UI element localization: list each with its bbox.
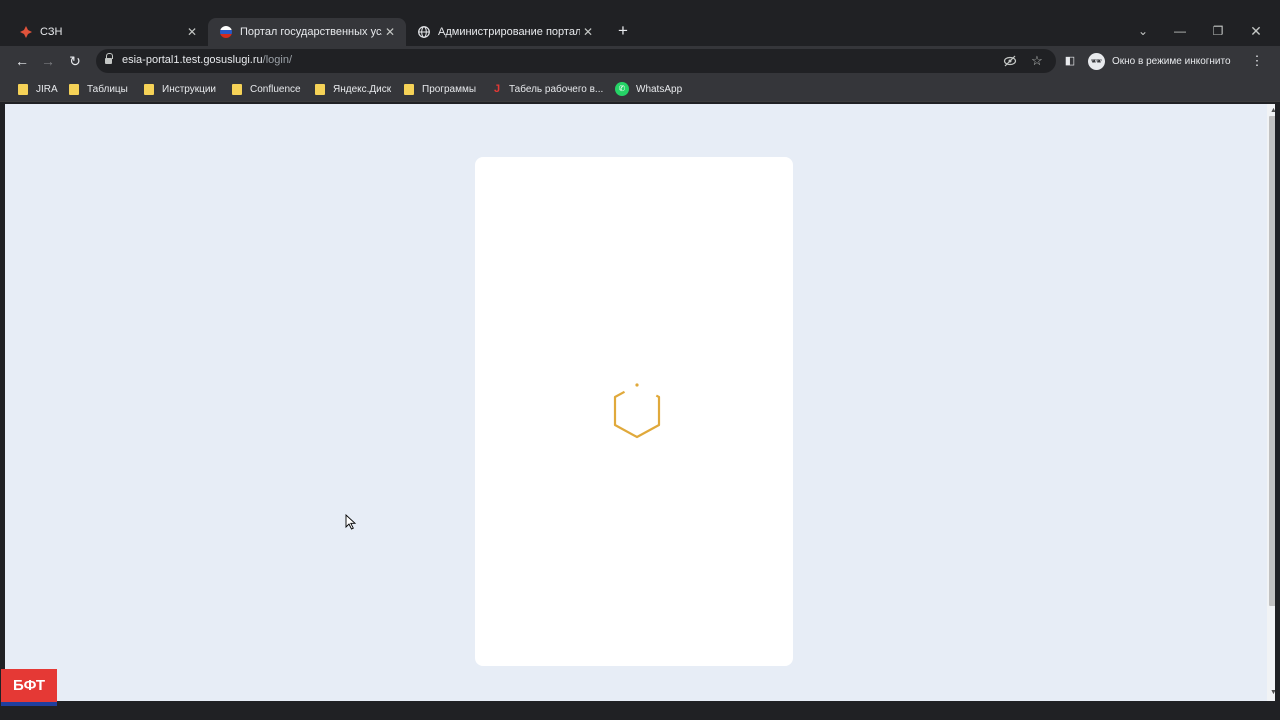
russia-flag-icon	[220, 26, 232, 38]
bookmark-confluence[interactable]: Confluence	[232, 81, 301, 97]
url-domain: esia-portal1.test.gosuslugi.ru	[122, 54, 263, 66]
tracking-protection-eye-icon[interactable]	[1003, 54, 1017, 68]
bookmark-timesheet[interactable]: J Табель рабочего в...	[491, 81, 603, 97]
folder-icon	[232, 83, 242, 95]
folder-icon	[69, 83, 79, 95]
bookmark-label: Программы	[422, 83, 477, 95]
mouse-cursor-icon	[345, 514, 357, 530]
bookmark-tables[interactable]: Таблицы	[69, 81, 128, 97]
lock-icon[interactable]	[105, 53, 113, 64]
address-bar[interactable]: esia-portal1.test.gosuslugi.ru/login/ ☆	[96, 49, 1056, 73]
tab-strip: СЗН ✕ Портал государственных услуг ✕ Адм…	[0, 0, 1280, 46]
side-panel-icon[interactable]: ◧	[1061, 52, 1079, 70]
tab-close-icon[interactable]: ✕	[580, 24, 596, 40]
back-button[interactable]: ←	[13, 52, 31, 70]
tab-title: СЗН	[40, 26, 63, 38]
minimize-button[interactable]: —	[1171, 22, 1189, 40]
bookmark-label: WhatsApp	[636, 83, 683, 95]
login-card	[475, 157, 793, 666]
incognito-label: Окно в режиме инкогнито	[1112, 55, 1231, 67]
tab-gosuslugi[interactable]: Портал государственных услуг ✕	[208, 18, 406, 46]
whatsapp-icon: ✆	[615, 82, 629, 96]
ornament-icon	[20, 26, 32, 38]
incognito-indicator[interactable]: 🕶 Окно в режиме инкогнито	[1088, 50, 1231, 72]
close-window-button[interactable]: ✕	[1247, 22, 1265, 40]
globe-icon	[418, 26, 430, 38]
bookmark-whatsapp[interactable]: ✆ WhatsApp	[615, 81, 682, 97]
tab-search-chevron-icon[interactable]: ⌄	[1134, 22, 1152, 40]
tab-title: Портал государственных услуг	[240, 26, 382, 38]
tab-close-icon[interactable]: ✕	[184, 24, 200, 40]
bookmark-label: Таблицы	[87, 83, 128, 95]
bookmarks-bar: JIRA Таблицы Инструкции Confluence Яндек…	[0, 76, 1280, 102]
browser-menu-icon[interactable]: ⋮	[1250, 52, 1264, 70]
bookmark-label: Яндекс.Диск	[333, 83, 392, 95]
bookmark-label: Табель рабочего в...	[509, 83, 604, 95]
vertical-scrollbar[interactable]: ▲ ▼	[1267, 104, 1275, 701]
hexagon-spinner-icon	[613, 383, 661, 439]
bookmark-label: Инструкции	[162, 83, 217, 95]
incognito-icon: 🕶	[1088, 52, 1105, 70]
bookmark-label: Confluence	[250, 83, 301, 95]
page-viewport: ▲ ▼	[5, 104, 1275, 701]
folder-icon	[404, 83, 414, 95]
new-tab-button[interactable]: +	[614, 22, 632, 40]
tab-title: Администрирование портала Р	[438, 26, 580, 38]
bookmark-programs[interactable]: Программы	[404, 81, 476, 97]
bookmark-jira[interactable]: JIRA	[18, 81, 58, 97]
scroll-down-arrow-icon[interactable]: ▼	[1269, 688, 1275, 697]
j-app-icon: J	[493, 83, 501, 95]
forward-button[interactable]: →	[39, 52, 57, 70]
tab-szn[interactable]: СЗН ✕	[0, 18, 208, 46]
url-path: /login/	[262, 54, 292, 66]
bft-logo: БФТ	[1, 669, 57, 706]
bookmark-star-icon[interactable]: ☆	[1030, 54, 1044, 68]
bottom-frame	[0, 701, 1280, 720]
tab-close-icon[interactable]: ✕	[382, 24, 398, 40]
restore-button[interactable]: ❐	[1209, 22, 1227, 40]
bookmark-instructions[interactable]: Инструкции	[144, 81, 216, 97]
reload-button[interactable]: ↻	[66, 52, 84, 70]
scroll-up-arrow-icon[interactable]: ▲	[1269, 106, 1275, 115]
bookmark-yandex-disk[interactable]: Яндекс.Диск	[315, 81, 391, 97]
bookmark-label: JIRA	[36, 83, 58, 95]
folder-icon	[315, 83, 325, 95]
url-text: esia-portal1.test.gosuslugi.ru/login/	[122, 54, 292, 66]
scroll-thumb[interactable]	[1269, 116, 1275, 606]
folder-icon	[144, 83, 154, 95]
tab-admin-portal[interactable]: Администрирование портала Р ✕	[406, 18, 604, 46]
browser-toolbar: ← → ↻ esia-portal1.test.gosuslugi.ru/log…	[0, 46, 1280, 76]
folder-icon	[18, 83, 28, 95]
